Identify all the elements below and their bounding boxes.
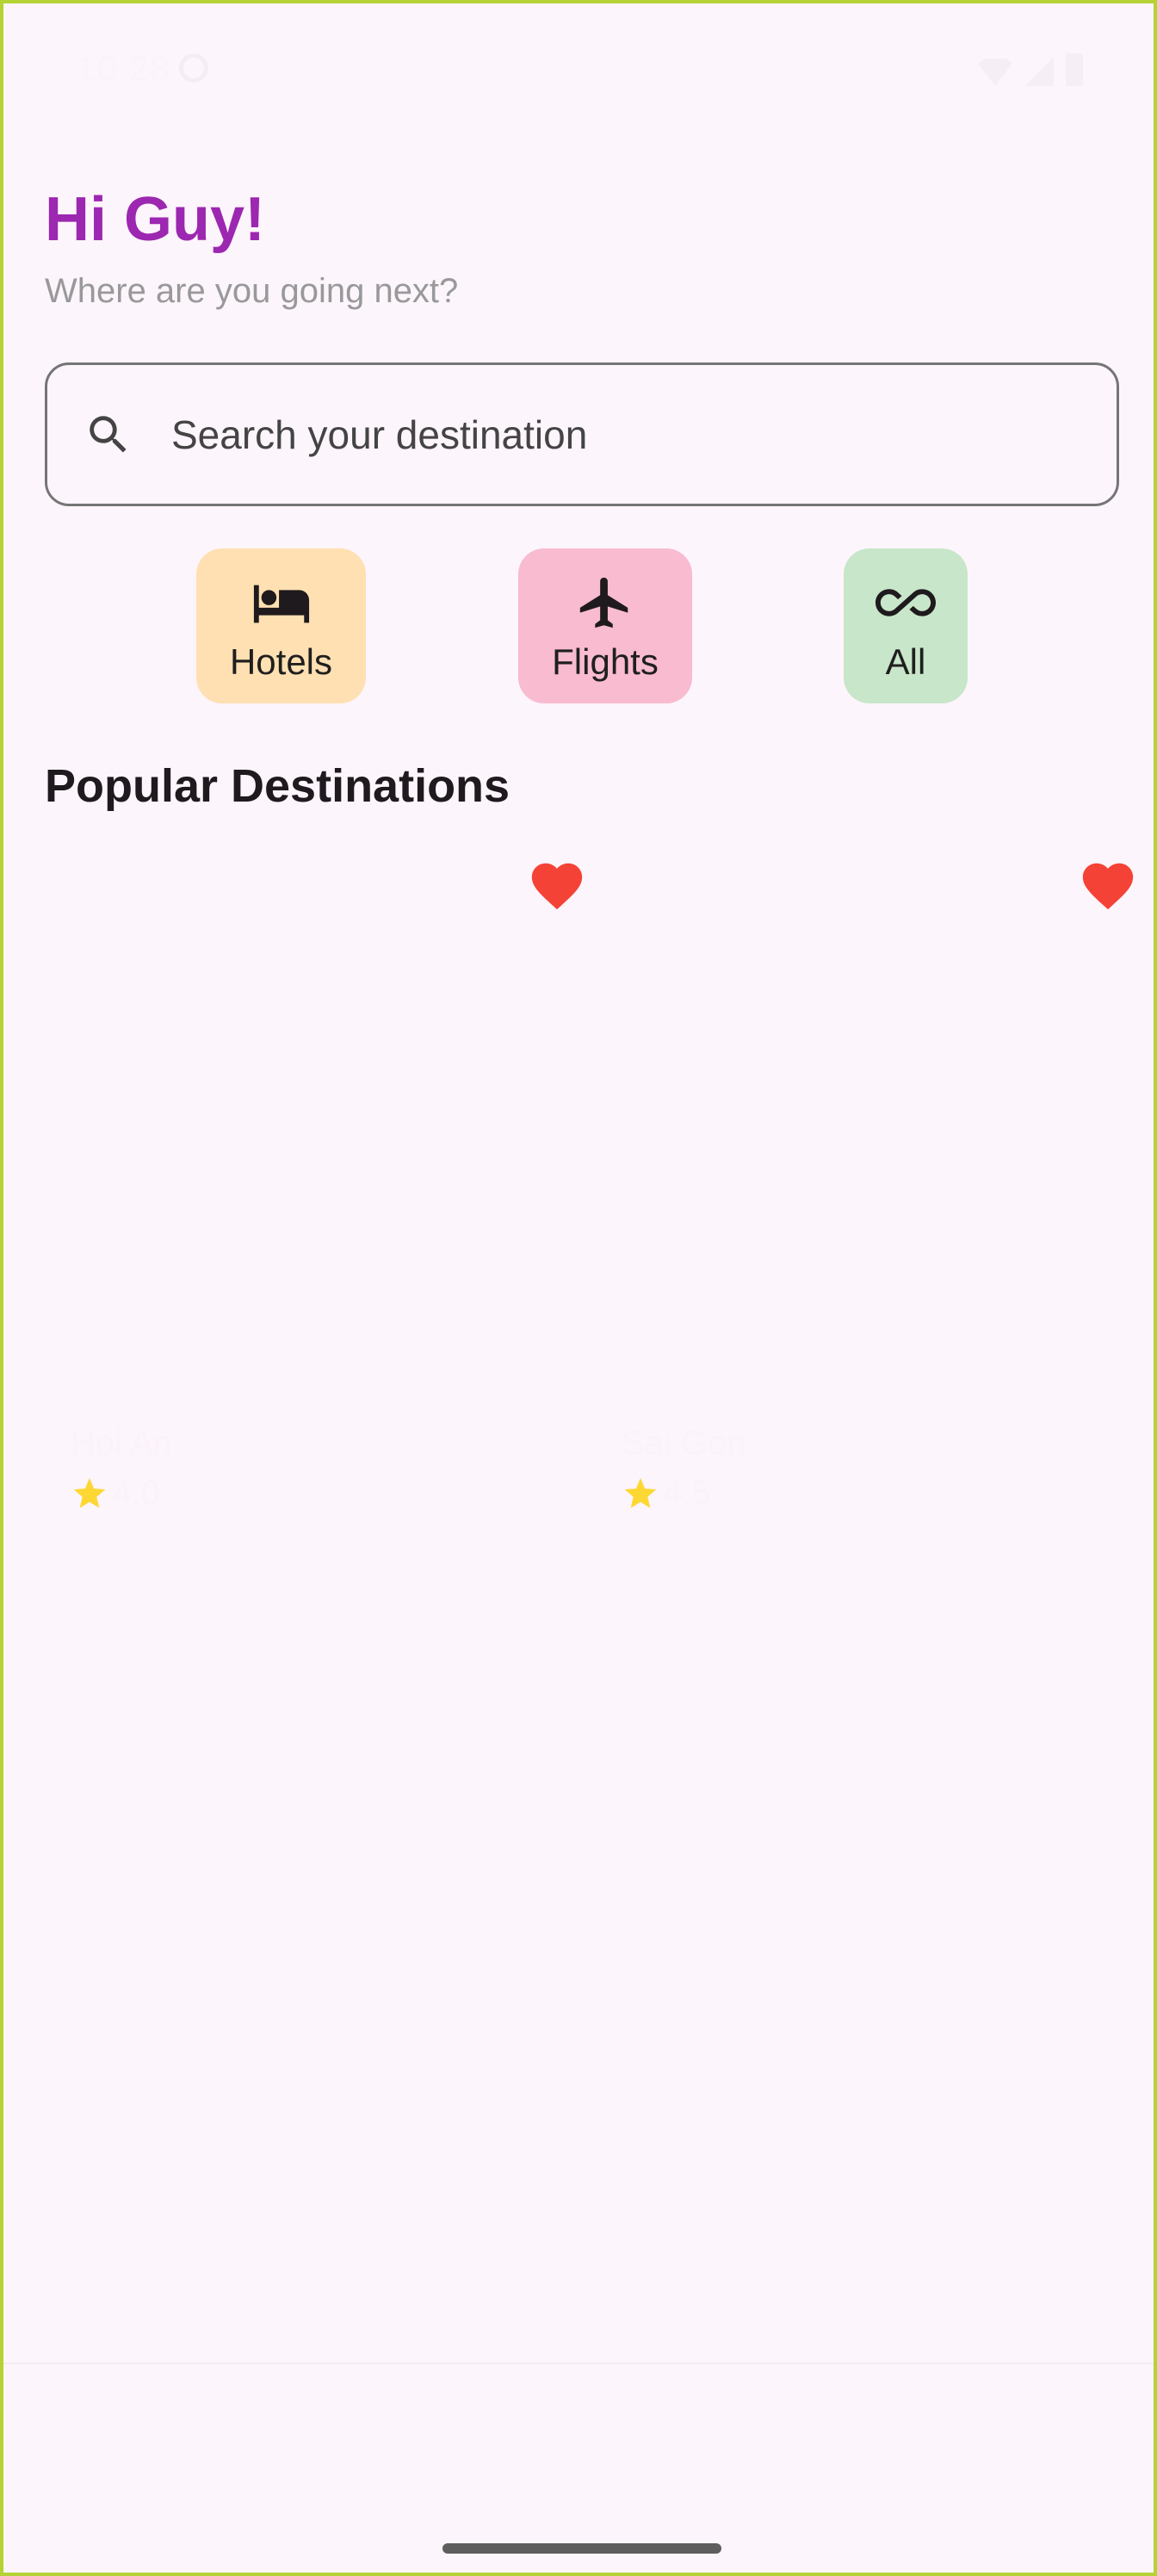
- signal-icon: [1024, 57, 1054, 86]
- infinity-icon: [875, 589, 936, 616]
- bottom-nav-divider: [3, 2362, 1154, 2364]
- search-input[interactable]: [171, 365, 1084, 504]
- category-label: Flights: [552, 641, 659, 682]
- airplane-icon: [579, 577, 628, 629]
- category-hotels-button[interactable]: Hotels: [196, 548, 366, 703]
- section-title-popular: Popular Destinations: [45, 760, 510, 812]
- search-icon: [90, 415, 127, 453]
- home-indicator[interactable]: [442, 2543, 721, 2554]
- greeting-title: Hi Guy!: [45, 185, 266, 254]
- category-label: Hotels: [229, 641, 333, 682]
- destination-card[interactable]: Sai Gon 4.5: [596, 847, 1134, 1536]
- star-icon: [73, 1477, 106, 1508]
- greeting-subtitle: Where are you going next?: [45, 272, 459, 310]
- app-screen: 10:28 Hi Guy! Where are you going next? …: [0, 0, 1157, 2576]
- rating-value: 4.5: [663, 1474, 711, 1512]
- status-icons: [978, 53, 1083, 86]
- status-time: 10:28: [76, 48, 171, 89]
- bed-icon: [253, 585, 309, 623]
- heart-icon[interactable]: [527, 856, 587, 916]
- destination-rating: 4.0: [71, 1474, 160, 1513]
- destination-name: Hoi An: [71, 1424, 172, 1462]
- category-all-button[interactable]: All: [844, 548, 968, 703]
- category-flights-button[interactable]: Flights: [518, 548, 692, 703]
- destination-name: Sai Gon: [622, 1424, 746, 1462]
- destination-rating: 4.5: [622, 1474, 711, 1513]
- search-box[interactable]: [45, 362, 1119, 506]
- battery-icon: [1066, 53, 1083, 86]
- category-label: All: [885, 641, 926, 682]
- status-bar: 10:28: [3, 3, 1154, 133]
- alarm-icon: [179, 53, 208, 83]
- wifi-icon: [978, 59, 1012, 86]
- star-icon: [624, 1477, 657, 1508]
- rating-value: 4.0: [112, 1474, 160, 1512]
- heart-icon[interactable]: [1078, 856, 1138, 916]
- destination-card[interactable]: Hoi An 4.0: [45, 847, 583, 1536]
